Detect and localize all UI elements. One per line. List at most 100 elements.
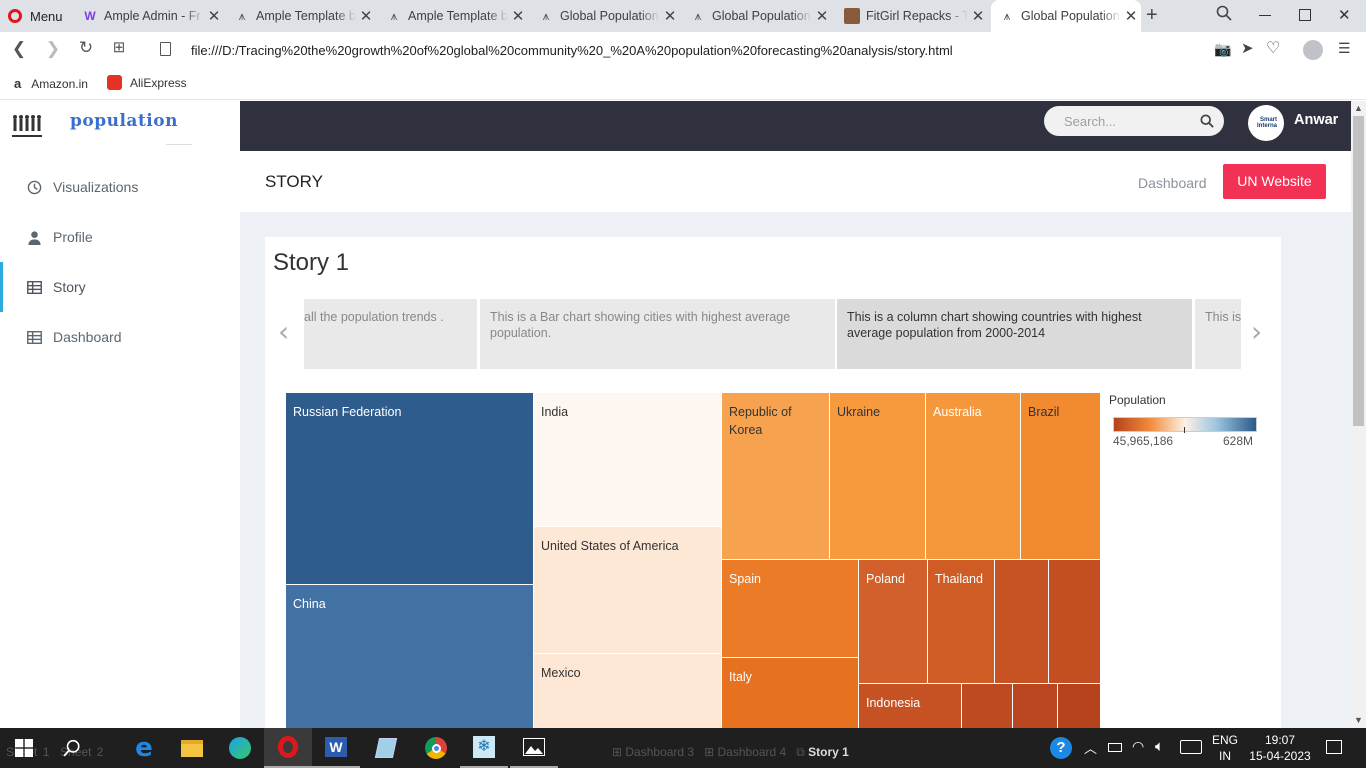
browser-tab[interactable]: ⩚ Global Population ✕ xyxy=(530,0,680,32)
clock-icon xyxy=(26,179,42,195)
heart-icon[interactable]: ♡ xyxy=(1266,38,1280,58)
reload-icon[interactable]: ↻ xyxy=(69,38,103,58)
close-tab-icon[interactable]: ✕ xyxy=(204,7,224,25)
close-tab-icon[interactable]: ✕ xyxy=(660,7,680,25)
clock-time: 19:07 xyxy=(1264,733,1296,747)
table-icon xyxy=(26,279,42,295)
speaker-icon[interactable]: 🔈︎ xyxy=(1155,738,1164,755)
story-point-caption[interactable]: all the population trends . xyxy=(304,299,477,369)
restore-icon[interactable] xyxy=(1299,9,1311,21)
treemap-cell[interactable]: Russian Federation xyxy=(286,393,534,585)
sidebar-item-profile[interactable]: Profile xyxy=(0,212,240,262)
top-navbar: Search... Smart Interna Anwar xyxy=(240,101,1351,151)
notifications-icon[interactable] xyxy=(1326,740,1342,754)
close-tab-icon[interactable]: ✕ xyxy=(1121,7,1141,25)
edge-icon[interactable] xyxy=(216,728,264,768)
browser-tab[interactable]: ⩚ Ample Template b ✕ xyxy=(378,0,528,32)
close-tab-icon[interactable]: ✕ xyxy=(812,7,832,25)
un-website-button[interactable]: UN Website xyxy=(1223,164,1326,199)
browser-tab[interactable]: FitGirl Repacks - Th ✕ xyxy=(836,0,988,32)
camera-icon[interactable]: 📷 xyxy=(1214,41,1231,58)
treemap-cell[interactable]: India xyxy=(534,393,722,527)
bookmark-amazon[interactable]: a Amazon.in xyxy=(14,76,88,91)
story-point-caption-selected[interactable]: This is a column chart showing countries… xyxy=(837,299,1192,369)
cell-label: Thailand xyxy=(935,572,983,586)
lang-line-2: IN xyxy=(1219,749,1231,763)
story-point-caption[interactable]: This is a Bar chart showing cities with … xyxy=(480,299,835,369)
cell-label: India xyxy=(541,405,569,419)
treemap-cell[interactable]: Thailand xyxy=(928,560,995,684)
amazon-icon: a xyxy=(14,76,22,91)
avatar[interactable]: Smart Interna xyxy=(1248,105,1284,141)
clock[interactable]: 19:07 15-04-2023 xyxy=(1248,732,1312,764)
browser-tab-active[interactable]: ⩚ Global Population ✕ xyxy=(991,0,1141,32)
dashboard-link[interactable]: Dashboard xyxy=(1138,175,1207,191)
sidebar-item-visualizations[interactable]: Visualizations xyxy=(0,162,240,212)
show-hidden-icons[interactable]: ︿ xyxy=(1084,738,1097,757)
carousel-prev-icon[interactable]: ‹ xyxy=(278,315,289,348)
opera-icon[interactable] xyxy=(264,728,312,768)
treemap-cell[interactable]: Mexico xyxy=(534,654,722,737)
profile-icon[interactable] xyxy=(1303,40,1323,60)
url-field[interactable]: file:///D:/Tracing%20the%20growth%20of%2… xyxy=(191,43,953,58)
legend-title: Population xyxy=(1109,393,1166,407)
browser-tab[interactable]: ⩚ Ample Template b ✕ xyxy=(226,0,376,32)
word-icon[interactable]: W xyxy=(312,728,360,768)
close-tab-icon[interactable]: ✕ xyxy=(356,7,376,25)
cell-label: Italy xyxy=(729,670,752,684)
site-logo-text[interactable]: population xyxy=(70,111,178,131)
speed-dial-icon[interactable]: ⊞ xyxy=(102,38,136,56)
treemap-cell[interactable] xyxy=(995,560,1049,684)
story-point-caption[interactable]: This is xyxy=(1195,299,1241,369)
sidebar-item-dashboard[interactable]: Dashboard xyxy=(0,312,240,362)
treemap-cell[interactable]: Ukraine xyxy=(830,393,926,560)
wifi-icon[interactable]: ◠ xyxy=(1132,738,1144,755)
sidebar-item-story[interactable]: Story xyxy=(0,262,240,312)
caption-text: This is xyxy=(1205,310,1241,324)
send-icon[interactable]: ➤ xyxy=(1241,39,1254,57)
snowflake-app-icon[interactable]: ❄ xyxy=(460,728,508,768)
carousel-next-icon[interactable]: › xyxy=(1251,315,1262,348)
back-icon[interactable]: ❮ xyxy=(2,39,36,59)
edge-legacy-icon[interactable]: e xyxy=(120,728,168,768)
search-tabs-icon[interactable] xyxy=(1216,5,1232,21)
opera-menu-button[interactable]: Menu xyxy=(8,0,63,32)
search-input[interactable]: Search... xyxy=(1044,106,1224,136)
file-explorer-icon[interactable] xyxy=(168,728,216,768)
photos-icon[interactable] xyxy=(510,728,558,768)
user-name[interactable]: Anwar xyxy=(1294,112,1338,128)
treemap-cell[interactable]: Poland xyxy=(859,560,928,684)
page-scrollbar[interactable]: ▲ ▼ xyxy=(1351,101,1366,728)
minimize-icon[interactable] xyxy=(1259,15,1271,16)
close-tab-icon[interactable]: ✕ xyxy=(968,7,988,25)
treemap-cell[interactable]: Republic of Korea xyxy=(722,393,830,560)
windows-start-icon[interactable] xyxy=(0,728,48,768)
search-icon[interactable] xyxy=(1200,114,1214,128)
treemap-cell[interactable]: Spain xyxy=(722,560,859,658)
language-indicator[interactable]: ENG IN xyxy=(1212,732,1238,764)
new-tab-icon[interactable]: + xyxy=(1146,4,1158,27)
keyboard-icon[interactable] xyxy=(1180,740,1202,754)
treemap-cell[interactable]: Italy xyxy=(722,658,859,737)
browser-tab[interactable]: ⩚ Global Population ✕ xyxy=(682,0,832,32)
treemap-cell[interactable]: Brazil xyxy=(1021,393,1101,560)
bookmark-aliexpress[interactable]: AliExpress xyxy=(107,75,187,90)
tab-title: Global Population xyxy=(1021,9,1120,23)
help-icon[interactable]: ? xyxy=(1050,737,1072,759)
forward-icon[interactable]: ❯ xyxy=(36,39,70,59)
notepad-icon[interactable] xyxy=(362,728,410,768)
scroll-thumb[interactable] xyxy=(1353,116,1364,426)
treemap-cell[interactable] xyxy=(1049,560,1101,684)
treemap-cell[interactable]: Australia xyxy=(926,393,1021,560)
close-tab-icon[interactable]: ✕ xyxy=(508,7,528,25)
treemap-cell[interactable]: China xyxy=(286,585,534,737)
bookmark-label: Amazon.in xyxy=(31,76,88,91)
browser-tab[interactable]: W Ample Admin - Fr ✕ xyxy=(74,0,224,32)
chrome-icon[interactable] xyxy=(412,728,460,768)
treemap-cell[interactable]: United States of America xyxy=(534,527,722,654)
scroll-down-icon[interactable]: ▼ xyxy=(1354,715,1363,725)
easy-setup-icon[interactable]: ☰ xyxy=(1338,40,1351,57)
close-window-icon[interactable]: ✕ xyxy=(1338,6,1351,24)
search-icon[interactable] xyxy=(48,728,96,768)
scroll-up-icon[interactable]: ▲ xyxy=(1354,103,1363,113)
